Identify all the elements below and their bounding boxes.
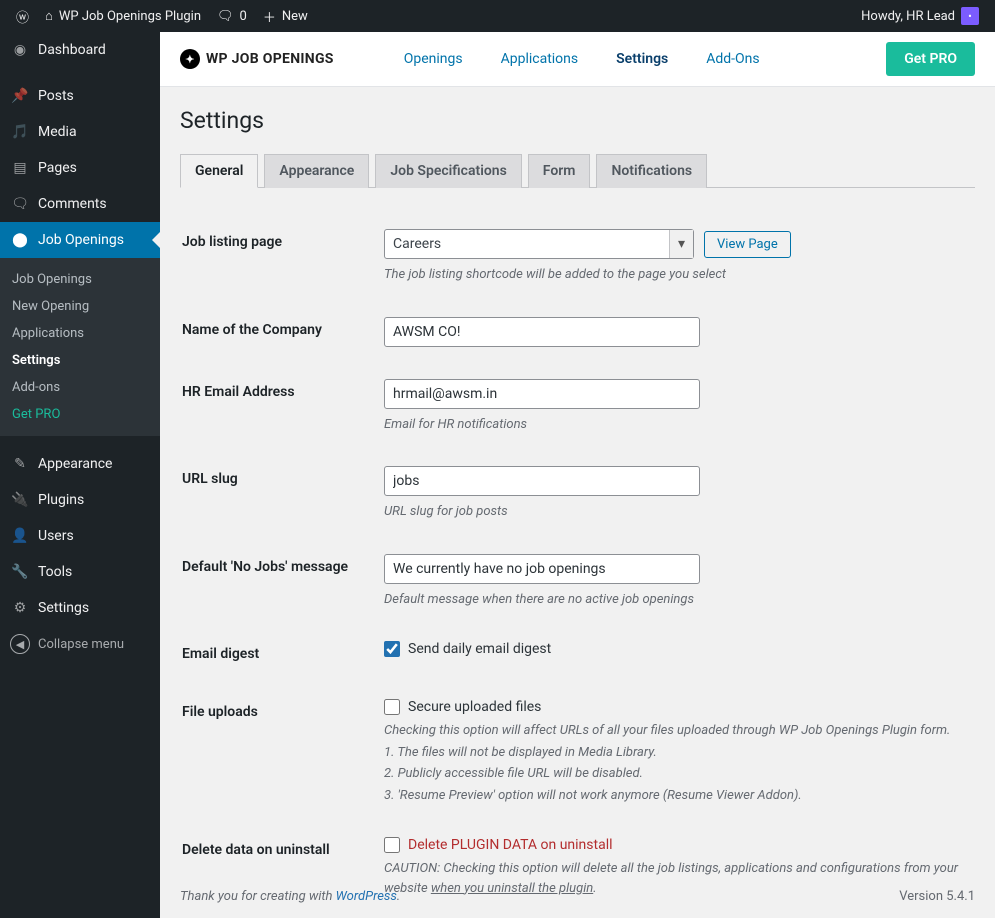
version-text: Version 5.4.1 xyxy=(899,889,975,904)
briefcase-icon: ✦ xyxy=(180,49,200,69)
briefcase-icon: ⬤ xyxy=(10,230,30,250)
delete-data-label: Delete PLUGIN DATA on uninstall xyxy=(408,837,613,853)
comment-icon: 🗨 xyxy=(217,9,234,24)
chevron-down-icon: ▾ xyxy=(669,230,693,258)
tab-settings[interactable]: Settings xyxy=(616,45,668,73)
secure-upload-label: Secure uploaded files xyxy=(408,699,541,715)
tab-general[interactable]: General xyxy=(180,154,258,188)
admin-sidebar: ◉Dashboard 📌Posts 🎵Media ▤Pages 🗨Comment… xyxy=(0,32,160,918)
menu-comments[interactable]: 🗨Comments xyxy=(0,186,160,222)
tab-addons[interactable]: Add-Ons xyxy=(706,45,759,73)
menu-media[interactable]: 🎵Media xyxy=(0,114,160,150)
page-icon: ▤ xyxy=(10,158,30,178)
job-listing-desc: The job listing shortcode will be added … xyxy=(384,265,963,285)
admin-footer: Thank you for creating with WordPress. V… xyxy=(160,875,995,918)
delete-data-row[interactable]: Delete PLUGIN DATA on uninstall xyxy=(384,837,963,853)
howdy-text: Howdy, HR Lead xyxy=(861,9,955,24)
menu-pages[interactable]: ▤Pages xyxy=(0,150,160,186)
uploads-row[interactable]: Secure uploaded files xyxy=(384,699,963,715)
comments-count: 0 xyxy=(240,9,247,24)
pin-icon: 📌 xyxy=(10,86,30,106)
label-company: Name of the Company xyxy=(182,302,382,362)
digest-row[interactable]: Send daily email digest xyxy=(384,641,963,657)
label-job-listing: Job listing page xyxy=(182,214,382,300)
label-slug: URL slug xyxy=(182,451,382,537)
brush-icon: ✎ xyxy=(10,454,30,474)
new-content[interactable]: ＋ New xyxy=(255,0,316,32)
wrench-icon: 🔧 xyxy=(10,562,30,582)
menu-users[interactable]: 👤Users xyxy=(0,518,160,554)
collapse-icon: ◀ xyxy=(10,634,30,654)
menu-dashboard[interactable]: ◉Dashboard xyxy=(0,32,160,68)
label-digest: Email digest xyxy=(182,626,382,682)
submenu-item-settings[interactable]: Settings xyxy=(0,347,160,374)
tab-openings[interactable]: Openings xyxy=(404,45,463,73)
delete-data-checkbox[interactable] xyxy=(384,837,400,853)
tab-applications[interactable]: Applications xyxy=(501,45,579,73)
nojobs-input[interactable] xyxy=(384,554,700,584)
home-icon: ⌂ xyxy=(45,8,53,24)
collapse-menu[interactable]: ◀Collapse menu xyxy=(0,626,160,662)
label-hr-email: HR Email Address xyxy=(182,364,382,450)
plus-icon: ＋ xyxy=(263,7,276,26)
page-title: Settings xyxy=(180,107,975,134)
secure-upload-checkbox[interactable] xyxy=(384,699,400,715)
avatar: • xyxy=(961,7,979,25)
label-nojobs: Default 'No Jobs' message xyxy=(182,539,382,625)
new-label: New xyxy=(282,9,308,24)
submenu-item-job-openings[interactable]: Job Openings xyxy=(0,266,160,293)
hr-email-desc: Email for HR notifications xyxy=(384,415,963,435)
comments-bubble[interactable]: 🗨0 xyxy=(209,0,255,32)
label-uploads: File uploads xyxy=(182,684,382,820)
tab-job-specifications[interactable]: Job Specifications xyxy=(375,154,521,188)
slug-input[interactable] xyxy=(384,466,700,496)
menu-job-openings[interactable]: ⬤Job Openings xyxy=(0,222,160,258)
user-icon: 👤 xyxy=(10,526,30,546)
tab-appearance[interactable]: Appearance xyxy=(264,154,369,188)
menu-posts[interactable]: 📌Posts xyxy=(0,78,160,114)
menu-plugins[interactable]: 🔌Plugins xyxy=(0,482,160,518)
menu-appearance[interactable]: ✎Appearance xyxy=(0,446,160,482)
job-listing-value: Careers xyxy=(393,236,441,252)
site-name-label: WP Job Openings Plugin xyxy=(59,9,201,24)
dashboard-icon: ◉ xyxy=(10,40,30,60)
tab-form[interactable]: Form xyxy=(528,154,591,188)
digest-check-label: Send daily email digest xyxy=(408,641,551,657)
submenu-item-new-opening[interactable]: New Opening xyxy=(0,293,160,320)
get-pro-button[interactable]: Get PRO xyxy=(886,42,975,76)
sliders-icon: ⚙ xyxy=(10,598,30,618)
menu-settings[interactable]: ⚙Settings xyxy=(0,590,160,626)
media-icon: 🎵 xyxy=(10,122,30,142)
hr-email-input[interactable] xyxy=(384,379,700,409)
job-listing-select[interactable]: Careers ▾ xyxy=(384,229,694,259)
submenu-item-applications[interactable]: Applications xyxy=(0,320,160,347)
plugin-icon: 🔌 xyxy=(10,490,30,510)
digest-checkbox[interactable] xyxy=(384,641,400,657)
wordpress-link[interactable]: WordPress xyxy=(336,889,397,904)
uploads-d1: 1. The files will not be displayed in Me… xyxy=(384,743,963,763)
menu-tools[interactable]: 🔧Tools xyxy=(0,554,160,590)
plugin-logo: ✦ WP JOB OPENINGS xyxy=(180,49,334,69)
view-page-button[interactable]: View Page xyxy=(704,231,791,258)
submenu-job-openings: Job Openings New Opening Applications Se… xyxy=(0,258,160,436)
wp-logo[interactable]: ⓦ xyxy=(8,0,37,32)
site-name[interactable]: ⌂ WP Job Openings Plugin xyxy=(37,0,209,32)
submenu-item-getpro[interactable]: Get PRO xyxy=(0,401,160,428)
tab-notifications[interactable]: Notifications xyxy=(596,154,707,188)
plugin-header: ✦ WP JOB OPENINGS Openings Applications … xyxy=(160,32,995,87)
slug-desc: URL slug for job posts xyxy=(384,502,963,522)
settings-tabs: General Appearance Job Specifications Fo… xyxy=(180,154,975,188)
submenu-item-addons[interactable]: Add-ons xyxy=(0,374,160,401)
uploads-d2: 2. Publicly accessible file URL will be … xyxy=(384,764,963,784)
uploads-d3: 3. 'Resume Preview' option will not work… xyxy=(384,786,963,806)
comment-icon: 🗨 xyxy=(10,194,30,214)
company-input[interactable] xyxy=(384,317,700,347)
uploads-d0: Checking this option will affect URLs of… xyxy=(384,721,963,741)
nojobs-desc: Default message when there are no active… xyxy=(384,590,963,610)
account-menu[interactable]: Howdy, HR Lead • xyxy=(853,0,987,32)
wordpress-icon: ⓦ xyxy=(16,7,29,26)
